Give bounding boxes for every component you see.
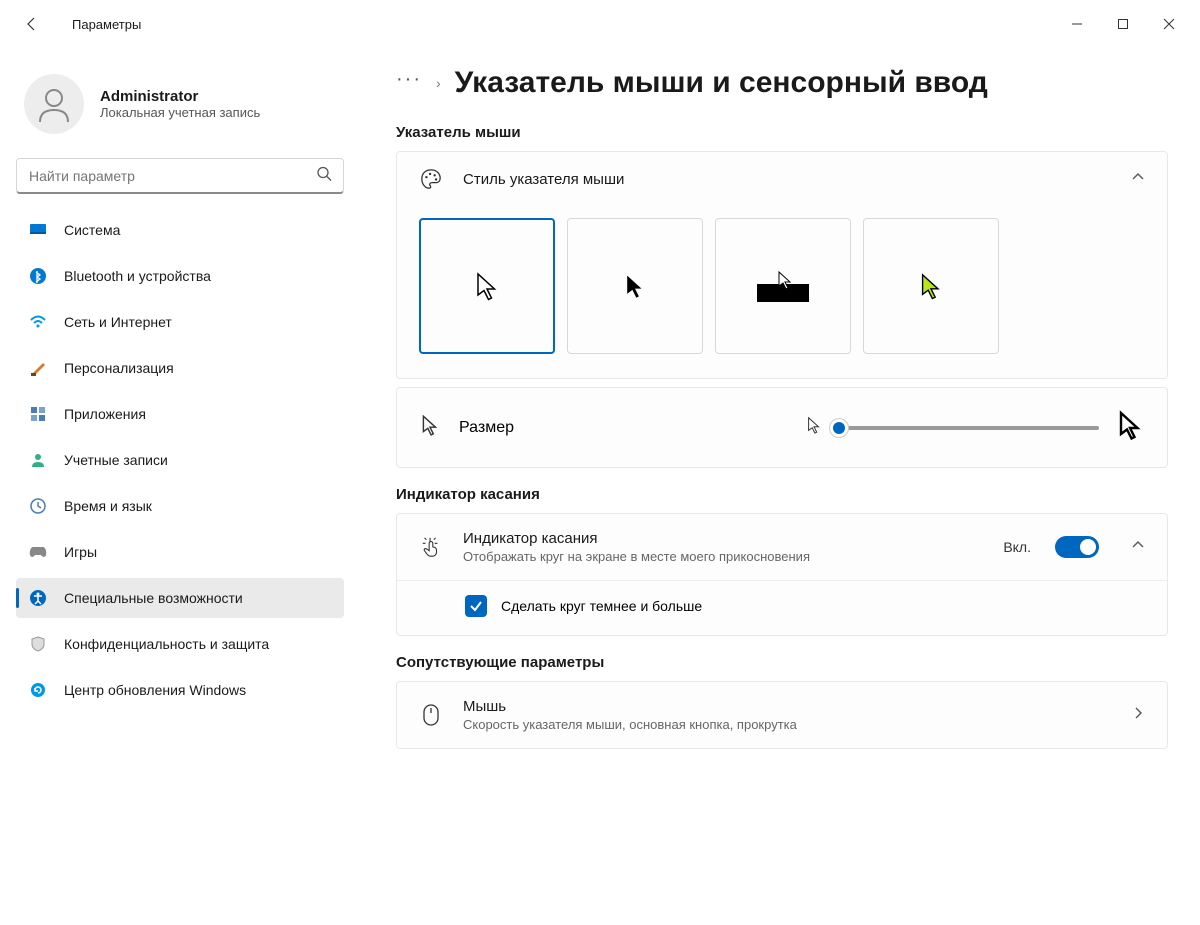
cursor-large-icon — [1115, 410, 1145, 445]
nav-item-label: Приложения — [64, 406, 146, 422]
nav-item-label: Учетные записи — [64, 452, 168, 468]
size-row: Размер — [397, 388, 1167, 467]
monitor-icon — [28, 220, 48, 240]
mouse-icon — [419, 703, 443, 727]
mouse-link-sub: Скорость указателя мыши, основная кнопка… — [463, 717, 797, 732]
nav-item-games[interactable]: Игры — [16, 532, 344, 572]
search-icon — [316, 166, 332, 187]
section-pointer-title: Указатель мыши — [396, 124, 1168, 141]
nav-item-bluetooth[interactable]: Bluetooth и устройства — [16, 256, 344, 296]
pointer-style-inverted[interactable] — [715, 218, 851, 354]
page-title: Указатель мыши и сенсорный ввод — [455, 66, 988, 100]
cursor-small-icon — [805, 416, 823, 439]
wifi-icon — [28, 312, 48, 332]
nav-item-label: Время и язык — [64, 498, 152, 514]
darker-circle-checkbox[interactable] — [465, 595, 487, 617]
nav-item-label: Специальные возможности — [64, 590, 243, 606]
account-name: Administrator — [100, 88, 260, 105]
close-button[interactable] — [1146, 8, 1192, 40]
nav-item-monitor[interactable]: Система — [16, 210, 344, 250]
apps-icon — [28, 404, 48, 424]
nav-item-brush[interactable]: Персонализация — [16, 348, 344, 388]
avatar — [24, 74, 84, 134]
touch-indicator-toggle[interactable] — [1055, 536, 1099, 558]
touch-indicator-card: Индикатор касания Отображать круг на экр… — [396, 513, 1168, 636]
size-card: Размер — [396, 387, 1168, 468]
time-icon — [28, 496, 48, 516]
pointer-style-title: Стиль указателя мыши — [463, 171, 624, 188]
nav-item-label: Игры — [64, 544, 97, 560]
nav-item-person[interactable]: Учетные записи — [16, 440, 344, 480]
update-icon — [28, 680, 48, 700]
palette-icon — [419, 168, 443, 190]
pointer-style-header[interactable]: Стиль указателя мыши — [397, 152, 1167, 206]
search-input[interactable] — [16, 158, 344, 194]
nav-item-label: Система — [64, 222, 120, 238]
brush-icon — [28, 358, 48, 378]
mouse-link-card[interactable]: Мышь Скорость указателя мыши, основная к… — [396, 681, 1168, 749]
size-title: Размер — [459, 419, 514, 437]
nav-item-label: Персонализация — [64, 360, 174, 376]
window-title: Параметры — [72, 17, 141, 32]
chevron-right-icon: › — [436, 75, 441, 91]
mouse-link-title: Мышь — [463, 698, 797, 715]
chevron-up-icon — [1131, 170, 1145, 189]
pointer-style-black[interactable] — [567, 218, 703, 354]
sidebar: Administrator Локальная учетная запись С… — [0, 48, 360, 925]
pointer-style-options — [397, 206, 1167, 378]
section-related-title: Сопутствующие параметры — [396, 654, 1168, 671]
person-icon — [28, 450, 48, 470]
cursor-icon — [419, 414, 441, 441]
account-sub: Локальная учетная запись — [100, 105, 260, 120]
nav-item-wifi[interactable]: Сеть и Интернет — [16, 302, 344, 342]
minimize-button[interactable] — [1054, 8, 1100, 40]
breadcrumb-more[interactable]: ··· — [396, 68, 422, 99]
nav-item-label: Центр обновления Windows — [64, 682, 246, 698]
nav-item-accessibility[interactable]: Специальные возможности — [16, 578, 344, 618]
darker-circle-row[interactable]: Сделать круг темнее и больше — [397, 580, 1167, 635]
touch-icon — [419, 536, 443, 558]
nav-item-label: Конфиденциальность и защита — [64, 636, 269, 652]
touch-indicator-sub: Отображать круг на экране в месте моего … — [463, 549, 810, 564]
size-slider[interactable] — [839, 426, 1099, 430]
titlebar: Параметры — [0, 0, 1200, 48]
back-button[interactable] — [16, 8, 48, 40]
nav: Система Bluetooth и устройства Сеть и Инте… — [16, 210, 344, 710]
nav-item-shield[interactable]: Конфиденциальность и защита — [16, 624, 344, 664]
chevron-right-icon — [1131, 706, 1145, 725]
pointer-style-card: Стиль указателя мыши — [396, 151, 1168, 379]
pointer-style-custom[interactable] — [863, 218, 999, 354]
pointer-style-white[interactable] — [419, 218, 555, 354]
section-touch-title: Индикатор касания — [396, 486, 1168, 503]
chevron-up-icon — [1131, 538, 1145, 557]
shield-icon — [28, 634, 48, 654]
toggle-state-label: Вкл. — [1003, 539, 1031, 555]
touch-indicator-row[interactable]: Индикатор касания Отображать круг на экр… — [397, 514, 1167, 580]
nav-item-label: Bluetooth и устройства — [64, 268, 211, 284]
touch-indicator-title: Индикатор касания — [463, 530, 810, 547]
nav-item-update[interactable]: Центр обновления Windows — [16, 670, 344, 710]
main-content: ··· › Указатель мыши и сенсорный ввод Ук… — [360, 48, 1200, 925]
nav-item-time[interactable]: Время и язык — [16, 486, 344, 526]
account-block[interactable]: Administrator Локальная учетная запись — [16, 66, 344, 152]
nav-item-label: Сеть и Интернет — [64, 314, 172, 330]
games-icon — [28, 542, 48, 562]
darker-circle-label: Сделать круг темнее и больше — [501, 598, 702, 614]
nav-item-apps[interactable]: Приложения — [16, 394, 344, 434]
accessibility-icon — [28, 588, 48, 608]
breadcrumb: ··· › Указатель мыши и сенсорный ввод — [396, 66, 1168, 100]
bluetooth-icon — [28, 266, 48, 286]
slider-thumb[interactable] — [830, 419, 848, 437]
search-box[interactable] — [16, 158, 344, 194]
maximize-button[interactable] — [1100, 8, 1146, 40]
